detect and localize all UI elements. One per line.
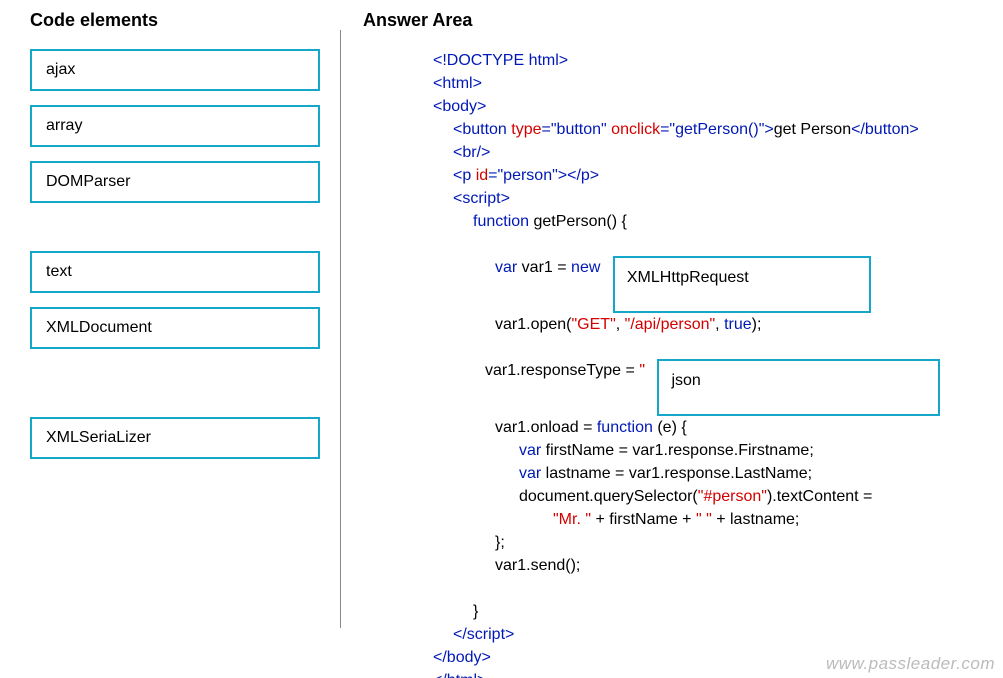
code-text: var1.send();	[495, 557, 580, 574]
code-text: ="person">	[488, 167, 567, 184]
code-text: </html>	[433, 672, 486, 678]
code-text: " "	[696, 511, 712, 528]
code-text: new	[571, 259, 600, 276]
code-text: firstName = var1.response.Firstname;	[541, 442, 814, 459]
code-elements-heading: Code elements	[30, 10, 320, 31]
code-text: "#person"	[698, 488, 767, 505]
code-text: }	[473, 603, 478, 620]
code-text: };	[495, 534, 505, 551]
answer-area-heading: Answer Area	[363, 10, 983, 31]
code-element-xmlserializer[interactable]: XMLSeriaLizer	[30, 417, 320, 459]
watermark-text: www.passleader.com	[826, 654, 995, 674]
code-text: "Mr. "	[553, 511, 591, 528]
code-text: <body>	[433, 98, 486, 115]
code-element-xmldocument[interactable]: XMLDocument	[30, 307, 320, 349]
code-text: ).textContent =	[767, 488, 872, 505]
code-text: </script>	[453, 626, 514, 643]
code-text: onclick	[611, 121, 660, 138]
answer-area-column: Answer Area <!DOCTYPE html> <html> <body…	[341, 10, 983, 668]
code-text: "	[639, 362, 645, 379]
code-element-domparser[interactable]: DOMParser	[30, 161, 320, 203]
code-element-text[interactable]: text	[30, 251, 320, 293]
code-text: </p>	[567, 167, 599, 184]
code-text: <br/>	[453, 144, 490, 161]
code-text: + firstName +	[591, 511, 696, 528]
code-element-ajax[interactable]: ajax	[30, 49, 320, 91]
code-text: lastname = var1.response.LastName;	[541, 465, 812, 482]
code-text: <p	[453, 167, 476, 184]
code-text: ,	[715, 316, 724, 333]
code-text: var	[495, 259, 517, 276]
code-text: var	[519, 442, 541, 459]
code-text: ="button"	[542, 121, 612, 138]
code-elements-column: Code elements ajax array DOMParser text …	[30, 10, 340, 668]
code-text: </body>	[433, 649, 491, 666]
code-text: var1 =	[517, 259, 571, 276]
code-text: getPerson() {	[529, 213, 627, 230]
code-block: <!DOCTYPE html> <html> <body> <button ty…	[363, 49, 983, 678]
code-text: <!DOCTYPE html>	[433, 52, 568, 69]
drop-target-2[interactable]: json	[657, 359, 940, 416]
code-text: <script>	[453, 190, 510, 207]
code-text: <html>	[433, 75, 482, 92]
code-text: var1.responseType =	[485, 362, 639, 379]
code-text: (e) {	[657, 419, 686, 436]
code-text: "/api/person"	[625, 316, 716, 333]
code-text: document.querySelector(	[519, 488, 698, 505]
code-text: function	[473, 213, 529, 230]
code-text: function	[597, 419, 657, 436]
code-text: true	[724, 316, 752, 333]
code-text: ,	[616, 316, 625, 333]
code-text: var1.onload =	[495, 419, 597, 436]
drop-target-1[interactable]: XMLHttpRequest	[613, 256, 871, 313]
code-text: + lastname;	[712, 511, 800, 528]
code-text: get Person	[774, 121, 851, 138]
code-text: ="getPerson()">	[660, 121, 774, 138]
code-text: type	[511, 121, 541, 138]
code-text: "GET"	[572, 316, 616, 333]
code-text: );	[752, 316, 762, 333]
code-text: var1.open(	[495, 316, 572, 333]
code-text: var	[519, 465, 541, 482]
code-element-array[interactable]: array	[30, 105, 320, 147]
code-text: <button	[453, 121, 511, 138]
page-root: Code elements ajax array DOMParser text …	[0, 0, 1003, 678]
code-text: id	[476, 167, 488, 184]
code-text: </button>	[851, 121, 919, 138]
